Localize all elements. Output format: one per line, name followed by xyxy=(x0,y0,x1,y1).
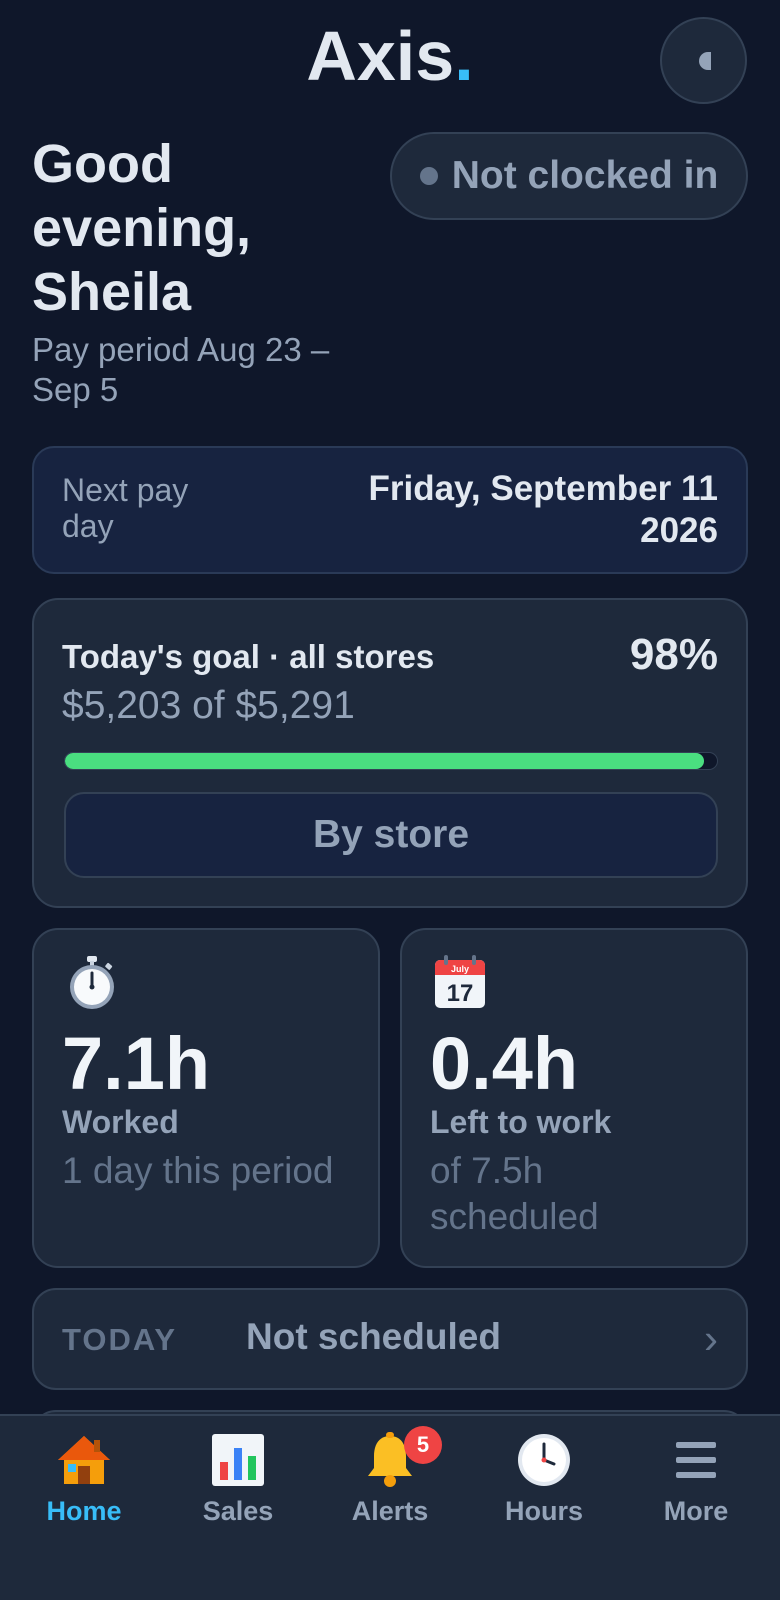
calendar-month: July xyxy=(451,964,469,974)
status-dot-icon xyxy=(419,167,438,185)
goal-title: Today's goal · all stores xyxy=(62,638,435,675)
goal-progress-fill xyxy=(65,753,704,769)
theme-toggle-button[interactable] xyxy=(660,17,747,104)
chevron-right-icon: › xyxy=(704,1315,718,1362)
today-tag: TODAY xyxy=(62,1322,178,1357)
bar-chart-icon xyxy=(212,1434,264,1486)
tab-sales-label: Sales xyxy=(202,1496,274,1526)
left-to-work-stat-card[interactable]: July 17 0.4h Left to work of 7.5h schedu… xyxy=(400,928,748,1268)
tab-more[interactable]: More xyxy=(618,1430,774,1540)
worked-stat-card[interactable]: 7.1h Worked 1 day this period xyxy=(32,928,380,1268)
alerts-count-badge: 5 xyxy=(404,1426,442,1464)
worked-label: Worked xyxy=(62,1104,179,1140)
goal-progress-bar xyxy=(64,752,718,770)
clock-status-pill[interactable]: Not clocked in xyxy=(390,132,748,220)
calendar-icon: July 17 xyxy=(435,955,485,1008)
tab-home[interactable]: Home xyxy=(6,1430,162,1540)
left-hours-value: 0.4h xyxy=(430,1022,579,1105)
by-store-button[interactable]: By store xyxy=(64,792,718,878)
goal-percent: 98% xyxy=(629,630,718,679)
worked-hours-value: 7.1h xyxy=(62,1022,211,1105)
bottom-tab-bar: Home Sales 5 Alerts Hours More xyxy=(0,1414,780,1600)
goal-amount: $5,203 of $5,291 xyxy=(62,684,355,727)
worked-sub-text: 1 day this period xyxy=(62,1150,334,1191)
logo-dot: . xyxy=(454,17,474,95)
stopwatch-icon xyxy=(70,956,114,1009)
tab-alerts[interactable]: 5 Alerts xyxy=(312,1426,468,1540)
calendar-day: 17 xyxy=(447,980,474,1007)
next-pay-day-value: Friday, September 11 2026 xyxy=(368,469,718,550)
moon-icon xyxy=(698,51,711,70)
house-icon xyxy=(58,1436,110,1484)
today-schedule-value: Not scheduled xyxy=(246,1316,501,1357)
tab-hours[interactable]: Hours xyxy=(466,1430,622,1540)
left-sub-text: of 7.5h scheduled xyxy=(430,1150,599,1237)
next-pay-day-card: Next pay day Friday, September 11 2026 xyxy=(32,446,748,574)
tab-sales[interactable]: Sales xyxy=(160,1430,316,1540)
next-pay-day-label: Next pay day xyxy=(62,472,189,544)
left-label: Left to work xyxy=(430,1104,612,1140)
pay-period-text: Pay period Aug 23 – Sep 5 xyxy=(32,331,330,408)
goal-card: Today's goal · all stores 98% $5,203 of … xyxy=(32,598,748,908)
clock-icon xyxy=(518,1434,570,1486)
menu-icon xyxy=(676,1442,716,1478)
logo-text: Axis xyxy=(306,17,455,95)
greeting-title: Good evening, Sheila xyxy=(32,134,252,322)
app-header: Axis. xyxy=(0,0,780,118)
today-schedule-card[interactable]: TODAY Not scheduled › xyxy=(32,1288,748,1390)
clock-status-label: Not clocked in xyxy=(451,154,719,197)
tab-more-label: More xyxy=(663,1496,729,1526)
tab-hours-label: Hours xyxy=(504,1496,583,1526)
tab-alerts-label: Alerts xyxy=(351,1496,429,1526)
tab-home-label: Home xyxy=(46,1496,122,1526)
